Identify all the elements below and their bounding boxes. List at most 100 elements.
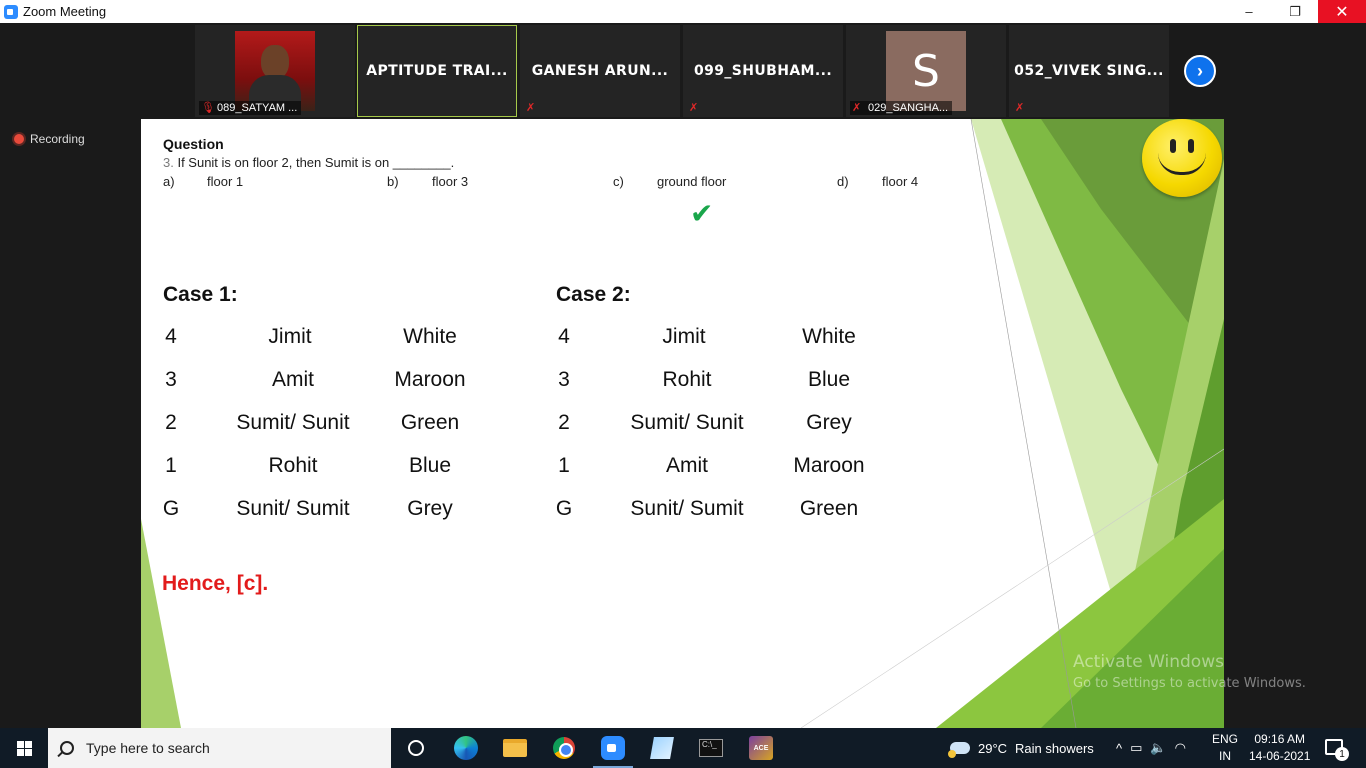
chevron-right-icon: › bbox=[1197, 60, 1203, 81]
search-placeholder: Type here to search bbox=[86, 740, 210, 756]
case2-color: White bbox=[802, 325, 856, 348]
weather-condition: Rain showers bbox=[1015, 740, 1094, 756]
participant-avatar: S bbox=[886, 31, 966, 111]
case2-color: Grey bbox=[806, 411, 852, 434]
maximize-button[interactable]: ❐ bbox=[1272, 0, 1318, 23]
notification-badge: 1 bbox=[1335, 747, 1349, 761]
folder-icon bbox=[503, 739, 527, 757]
mic-muted-icon: ✗ bbox=[526, 102, 536, 114]
case2-heading: Case 2: bbox=[556, 283, 631, 306]
region-code: IN bbox=[1219, 749, 1231, 763]
game-taskbar-button[interactable]: ACE bbox=[737, 728, 785, 768]
windows-logo-icon bbox=[16, 740, 32, 756]
case2-person: Jimit bbox=[662, 325, 706, 348]
option-d-letter: d) bbox=[837, 174, 849, 189]
mic-muted-icon: ✗ bbox=[689, 102, 699, 114]
zoom-taskbar-button[interactable] bbox=[589, 728, 637, 768]
rain-cloud-icon bbox=[948, 742, 970, 758]
edge-browser-icon bbox=[454, 736, 478, 760]
participant-tile[interactable]: 089_SATYAM ... 🎙 bbox=[195, 25, 355, 117]
shared-slide: Question 3. If Sunit is on floor 2, then… bbox=[141, 119, 1224, 728]
case2-person: Rohit bbox=[662, 368, 712, 391]
title-bar: Zoom Meeting – ❐ ✕ bbox=[0, 0, 1366, 23]
zoom-icon bbox=[601, 736, 625, 760]
action-center-button[interactable]: 1 bbox=[1325, 739, 1349, 761]
case2-color: Green bbox=[799, 497, 859, 520]
case1-person: Rohit bbox=[268, 454, 318, 477]
smiley-face-icon bbox=[1142, 119, 1222, 197]
notes-taskbar-button[interactable] bbox=[638, 728, 686, 768]
case2-person: Sumit/ Sunit bbox=[630, 411, 744, 434]
participant-tile[interactable]: 052_VIVEK SING... ✗ bbox=[1009, 25, 1169, 117]
check-mark-icon: ✔ bbox=[690, 198, 714, 229]
option-d-text: floor 4 bbox=[882, 174, 919, 189]
edge-taskbar-button[interactable] bbox=[442, 728, 490, 768]
language-indicator[interactable]: ENG IN bbox=[1212, 731, 1238, 765]
next-participants-button[interactable]: › bbox=[1184, 55, 1216, 87]
minimize-button[interactable]: – bbox=[1226, 0, 1272, 23]
taskbar-clock[interactable]: 09:16 AM 14-06-2021 bbox=[1249, 731, 1310, 765]
mic-muted-icon: ✗ bbox=[1015, 102, 1025, 114]
taskbar: Type here to search C:\_ ACE 29°C Rain s… bbox=[0, 728, 1366, 768]
weather-widget[interactable]: 29°C Rain showers bbox=[948, 728, 1094, 768]
case1-person: Sunit/ Sumit bbox=[236, 497, 350, 520]
participant-tile[interactable]: S 029_SANGHA... ✗ bbox=[846, 25, 1006, 117]
cortana-icon bbox=[408, 740, 424, 756]
case2-person: Amit bbox=[666, 454, 708, 477]
option-c-letter: c) bbox=[613, 174, 624, 189]
option-a-text: floor 1 bbox=[207, 174, 244, 189]
clock-date: 14-06-2021 bbox=[1249, 749, 1311, 763]
game-app-icon: ACE bbox=[749, 736, 773, 760]
notes-icon bbox=[650, 737, 674, 759]
case1-person: Amit bbox=[272, 368, 314, 391]
close-button[interactable]: ✕ bbox=[1318, 0, 1366, 23]
participant-name: GANESH ARUN... bbox=[531, 63, 669, 79]
recording-label: Recording bbox=[30, 132, 85, 146]
search-icon bbox=[60, 741, 74, 755]
weather-temperature: 29°C bbox=[978, 740, 1008, 756]
terminal-taskbar-button[interactable]: C:\_ bbox=[687, 728, 735, 768]
start-button[interactable] bbox=[0, 728, 48, 768]
participant-name: 099_SHUBHAM... bbox=[693, 63, 833, 79]
case2-color: Maroon bbox=[793, 454, 865, 477]
case1-person: Sumit/ Sunit bbox=[236, 411, 350, 434]
participant-tile-active-speaker[interactable]: APTITUDE TRAI... bbox=[357, 25, 517, 117]
option-a-letter: a) bbox=[163, 174, 175, 189]
participant-tile[interactable]: GANESH ARUN... ✗ bbox=[520, 25, 680, 117]
participant-name: 029_SANGHA... bbox=[850, 101, 953, 115]
clock-time: 09:16 AM bbox=[1254, 732, 1306, 746]
case1-heading: Case 1: bbox=[163, 283, 238, 306]
participant-photo bbox=[235, 31, 315, 111]
question-body: If Sunit is on floor 2, then Sumit is on… bbox=[173, 155, 455, 170]
zoom-logo-icon bbox=[4, 4, 18, 19]
mic-muted-icon: 🎙 bbox=[201, 102, 215, 114]
wifi-icon: ◠ bbox=[1174, 740, 1186, 755]
question-number: 3. bbox=[163, 155, 174, 170]
conclusion-text: Hence, [c]. bbox=[162, 572, 269, 595]
taskbar-search-box[interactable]: Type here to search bbox=[48, 728, 391, 768]
case1-person: Jimit bbox=[268, 325, 312, 348]
option-b-letter: b) bbox=[387, 174, 399, 189]
chrome-taskbar-button[interactable] bbox=[540, 728, 588, 768]
volume-icon: 🔈 bbox=[1150, 740, 1167, 755]
watermark-subtitle: Go to Settings to activate Windows. bbox=[1073, 676, 1306, 691]
recording-indicator[interactable]: Recording bbox=[14, 132, 85, 146]
option-b-text: floor 3 bbox=[432, 174, 469, 189]
watermark-title: Activate Windows bbox=[1073, 652, 1224, 672]
window-title: Zoom Meeting bbox=[23, 4, 107, 19]
mic-muted-icon: ✗ bbox=[852, 102, 862, 114]
chevron-up-icon: ^ bbox=[1116, 740, 1123, 756]
participant-name: 052_VIVEK SING... bbox=[1014, 63, 1164, 79]
case2-person: Sunit/ Sumit bbox=[630, 497, 744, 520]
language-code: ENG bbox=[1212, 732, 1239, 746]
cortana-button[interactable] bbox=[392, 728, 440, 768]
chrome-icon bbox=[553, 737, 575, 759]
activate-windows-watermark: Activate Windows Go to Settings to activ… bbox=[1073, 652, 1306, 691]
question-heading: Question bbox=[163, 136, 224, 152]
participant-name: APTITUDE TRAI... bbox=[366, 63, 508, 79]
case2-color: Blue bbox=[807, 368, 851, 391]
option-c-text: ground floor bbox=[657, 174, 727, 189]
participant-tile[interactable]: 099_SHUBHAM... ✗ bbox=[683, 25, 843, 117]
system-tray-icons[interactable]: ^ ▭ 🔈 ◠ bbox=[1116, 728, 1186, 768]
file-explorer-taskbar-button[interactable] bbox=[491, 728, 539, 768]
